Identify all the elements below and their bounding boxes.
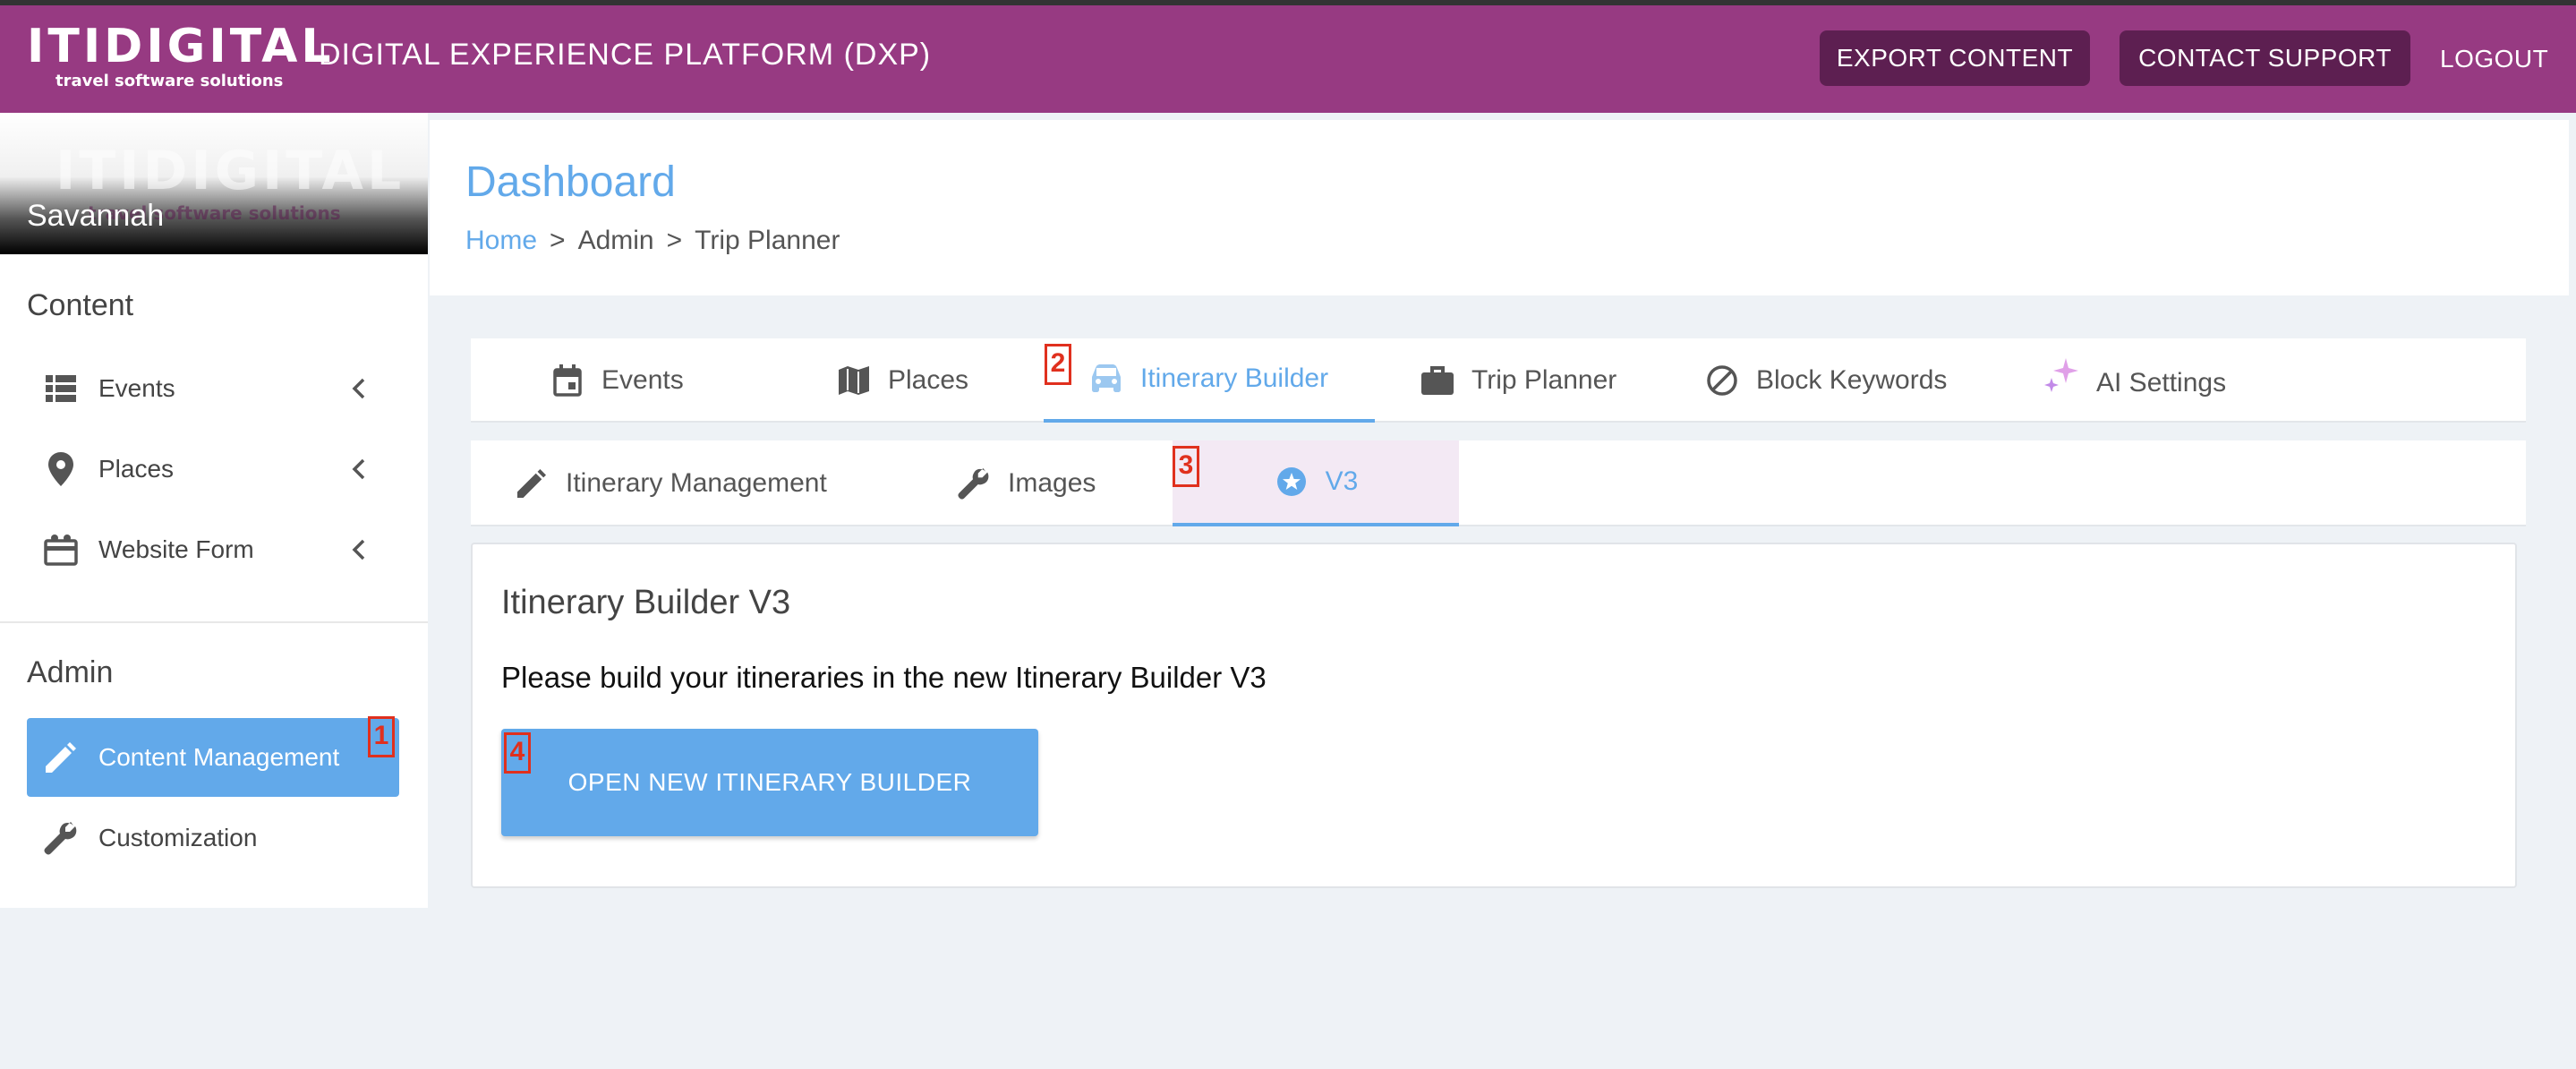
pencil-icon (514, 466, 550, 501)
admin-section-title: Admin (27, 655, 114, 689)
tab-trip-planner[interactable]: Trip Planner (1420, 338, 1616, 423)
logout-link[interactable]: LOGOUT (2440, 45, 2548, 73)
marker-4: 4 (504, 732, 531, 774)
breadcrumb-current: Trip Planner (695, 226, 840, 255)
sidebar-item-label: Customization (98, 824, 258, 851)
top-bar: ITIDIGITAL travel software solutions DIG… (0, 5, 2576, 113)
content-section-title: Content (27, 288, 134, 322)
brand-logo[interactable]: ITIDIGITAL travel software solutions (27, 20, 335, 95)
tab-places[interactable]: Places (836, 338, 968, 423)
panel-message: Please build your itineraries in the new… (501, 661, 1267, 694)
marker-3: 3 (1173, 446, 1199, 487)
block-icon (1704, 363, 1740, 398)
form-icon (43, 532, 79, 568)
page-header: Dashboard Home > Admin > Trip Planner (430, 120, 2569, 295)
sidebar-item-label: Places (98, 455, 175, 483)
tab-label: V3 (1325, 466, 1359, 496)
breadcrumb: Home > Admin > Trip Planner (465, 226, 840, 256)
breadcrumb-home[interactable]: Home (465, 226, 537, 255)
open-itinerary-builder-button[interactable]: OPEN NEW ITINERARY BUILDER (501, 729, 1038, 836)
tab-itinerary-builder[interactable]: Itinerary Builder (1044, 338, 1375, 423)
chevron-left-icon (345, 374, 374, 403)
sidebar: ITIDIGITAL travel software solutions Sav… (0, 113, 428, 908)
itinerary-builder-panel: Itinerary Builder V3 Please build your i… (471, 543, 2517, 888)
sidebar-item-events[interactable]: Events (27, 349, 399, 428)
primary-tabs: Events Places Itinerary Builder Trip Pla… (471, 338, 2526, 423)
wrench-icon (956, 466, 992, 501)
sidebar-profile: ITIDIGITAL travel software solutions Sav… (0, 113, 428, 254)
sidebar-divider (0, 621, 428, 623)
wrench-icon (43, 820, 79, 856)
logo-text: ITIDIGITAL (27, 20, 335, 73)
breadcrumb-separator: > (666, 226, 683, 255)
contact-support-button[interactable]: CONTACT SUPPORT (2120, 30, 2410, 86)
tab-label: Trip Planner (1471, 365, 1617, 395)
sidebar-item-customization[interactable]: Customization (27, 799, 399, 877)
tab-v3[interactable]: V3 (1173, 440, 1459, 526)
sidebar-item-places[interactable]: Places (27, 430, 399, 509)
profile-logo-text: ITIDIGITAL (55, 140, 405, 202)
sidebar-item-label: Content Management (98, 743, 340, 771)
chevron-left-icon (345, 535, 374, 564)
marker-1: 1 (368, 716, 395, 757)
car-icon (1088, 361, 1124, 397)
marker-2: 2 (1045, 344, 1071, 385)
tab-label: Itinerary Management (566, 468, 827, 498)
secondary-tabs: Itinerary Management Images V3 (471, 440, 2526, 526)
map-pin-icon (43, 451, 79, 487)
tab-events[interactable]: Events (550, 338, 684, 423)
map-icon (836, 363, 872, 398)
tab-ai-settings[interactable]: AI Settings (2044, 338, 2226, 423)
chevron-left-icon (345, 455, 374, 483)
tab-label: Block Keywords (1756, 365, 1948, 395)
page-title: Dashboard (465, 158, 676, 206)
tab-itinerary-management[interactable]: Itinerary Management (514, 440, 827, 526)
tab-label: AI Settings (2096, 368, 2227, 398)
sidebar-item-label: Events (98, 374, 175, 402)
panel-title: Itinerary Builder V3 (501, 584, 791, 621)
pencil-icon (43, 740, 79, 775)
tab-block-keywords[interactable]: Block Keywords (1704, 338, 1947, 423)
sidebar-item-label: Website Form (98, 535, 254, 563)
tab-label: Itinerary Builder (1140, 363, 1329, 393)
tab-images[interactable]: Images (956, 440, 1096, 526)
breadcrumb-separator: > (550, 226, 566, 255)
sidebar-item-website-form[interactable]: Website Form (27, 510, 399, 589)
logo-subtitle: travel software solutions (55, 72, 284, 90)
star-circle-icon (1274, 464, 1309, 500)
breadcrumb-admin: Admin (577, 226, 654, 255)
briefcase-icon (1420, 363, 1455, 398)
tab-label: Images (1008, 468, 1096, 498)
export-content-button[interactable]: EXPORT CONTENT (1820, 30, 2090, 86)
tab-label: Places (888, 365, 969, 395)
sparkle-icon (2044, 358, 2080, 394)
sidebar-item-content-management[interactable]: Content Management (27, 718, 399, 797)
platform-title: DIGITAL EXPERIENCE PLATFORM (DXP) (319, 38, 932, 72)
calendar-icon (550, 363, 585, 398)
tab-label: Events (601, 365, 684, 395)
user-name: Savannah (27, 199, 165, 233)
list-icon (43, 371, 79, 406)
